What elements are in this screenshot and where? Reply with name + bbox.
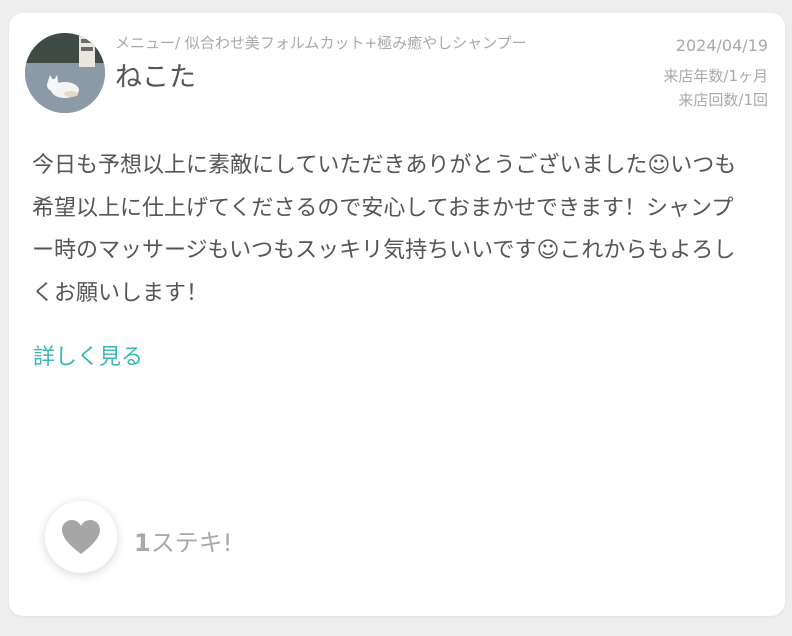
cat-photo-avatar bbox=[25, 33, 105, 113]
visit-meta: 2024/04/19 来店年数/1ヶ月 来店回数/1回 bbox=[663, 35, 768, 112]
reviewer-avatar bbox=[25, 33, 105, 113]
review-date: 2024/04/19 bbox=[675, 36, 768, 55]
reviewer-name: ねこた bbox=[115, 62, 196, 93]
like-count: 1ステキ! bbox=[134, 523, 232, 558]
like-count-number: 1 bbox=[134, 529, 151, 557]
read-more-link[interactable]: 詳しく見る bbox=[33, 339, 143, 371]
like-button[interactable] bbox=[45, 501, 117, 573]
like-count-label: ステキ! bbox=[150, 529, 233, 557]
review-card: メニュー/ 似合わせ美フォルムカット+極み癒やしシャンプー ねこた 2024/0… bbox=[9, 13, 785, 616]
visit-count: 来店回数/1回 bbox=[678, 91, 768, 109]
review-text: 今日も予想以上に素敵にしていただきありがとうございました☺いつも希望以上に仕上げ… bbox=[32, 153, 737, 306]
heart-icon bbox=[62, 520, 100, 554]
menu-name: メニュー/ 似合わせ美フォルムカット+極み癒やしシャンプー bbox=[115, 34, 527, 52]
visit-years: 来店年数/1ヶ月 bbox=[663, 67, 768, 85]
